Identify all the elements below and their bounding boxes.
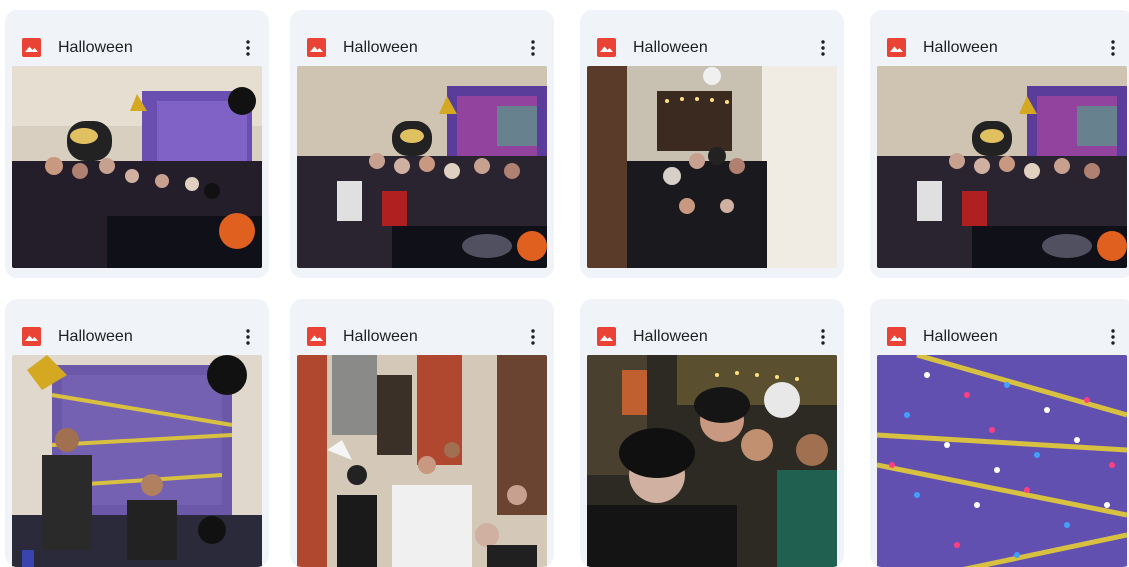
- image-file-icon: [22, 38, 41, 57]
- file-title[interactable]: Halloween: [633, 38, 708, 57]
- more-vert-icon: [1111, 329, 1115, 345]
- more-options-button[interactable]: [1102, 324, 1124, 350]
- file-card[interactable]: Halloween: [5, 299, 269, 567]
- more-options-button[interactable]: [237, 35, 259, 61]
- file-card[interactable]: Halloween: [870, 10, 1129, 278]
- image-file-icon: [597, 327, 616, 346]
- more-vert-icon: [246, 329, 250, 345]
- more-options-button[interactable]: [812, 35, 834, 61]
- file-card[interactable]: Halloween: [290, 299, 554, 567]
- image-file-icon: [307, 38, 326, 57]
- more-options-button[interactable]: [1102, 35, 1124, 61]
- file-title[interactable]: Halloween: [633, 327, 708, 346]
- file-thumbnail[interactable]: [587, 355, 837, 567]
- file-thumbnail[interactable]: [297, 66, 547, 268]
- halloween-party-group-photo: [297, 66, 547, 268]
- more-vert-icon: [821, 40, 825, 56]
- file-title[interactable]: Halloween: [343, 38, 418, 57]
- halloween-party-group-photo: [12, 66, 262, 268]
- halloween-party-group-photo: [877, 66, 1127, 268]
- file-card[interactable]: Halloween: [290, 10, 554, 278]
- file-title[interactable]: Halloween: [58, 327, 133, 346]
- file-thumbnail[interactable]: [877, 355, 1127, 567]
- file-title[interactable]: Halloween: [343, 327, 418, 346]
- file-title[interactable]: Halloween: [58, 38, 133, 57]
- file-card-header: Halloween: [290, 299, 554, 355]
- image-file-icon: [307, 327, 326, 346]
- more-options-button[interactable]: [522, 35, 544, 61]
- file-thumbnail[interactable]: [587, 66, 837, 268]
- file-card-header: Halloween: [580, 299, 844, 355]
- more-vert-icon: [531, 40, 535, 56]
- image-file-icon: [887, 327, 906, 346]
- more-options-button[interactable]: [237, 324, 259, 350]
- file-card-header: Halloween: [870, 10, 1129, 66]
- file-card[interactable]: Halloween: [5, 10, 269, 278]
- more-vert-icon: [531, 329, 535, 345]
- file-card-header: Halloween: [5, 10, 269, 66]
- image-file-icon: [597, 38, 616, 57]
- halloween-party-table-photo: [297, 355, 547, 567]
- file-card-header: Halloween: [5, 299, 269, 355]
- halloween-decorations-lights-photo: [877, 355, 1127, 567]
- file-thumbnail[interactable]: [12, 355, 262, 567]
- more-vert-icon: [246, 40, 250, 56]
- file-thumbnail[interactable]: [877, 66, 1127, 268]
- file-card[interactable]: Halloween: [580, 299, 844, 567]
- image-file-icon: [22, 327, 41, 346]
- file-title[interactable]: Halloween: [923, 38, 998, 57]
- more-options-button[interactable]: [522, 324, 544, 350]
- halloween-party-hallway-photo: [587, 66, 837, 268]
- file-thumbnail[interactable]: [12, 66, 262, 268]
- image-file-icon: [887, 38, 906, 57]
- file-thumbnail[interactable]: [297, 355, 547, 567]
- more-vert-icon: [821, 329, 825, 345]
- file-card[interactable]: Halloween: [580, 10, 844, 278]
- file-card-header: Halloween: [580, 10, 844, 66]
- file-card-header: Halloween: [870, 299, 1129, 355]
- file-grid: Halloween Halloween Halloween Halloween …: [0, 0, 1129, 567]
- file-card[interactable]: Halloween: [870, 299, 1129, 567]
- file-card-header: Halloween: [290, 10, 554, 66]
- more-options-button[interactable]: [812, 324, 834, 350]
- more-vert-icon: [1111, 40, 1115, 56]
- file-title[interactable]: Halloween: [923, 327, 998, 346]
- halloween-party-facepaint-photo: [587, 355, 837, 567]
- halloween-party-couple-photo: [12, 355, 262, 567]
